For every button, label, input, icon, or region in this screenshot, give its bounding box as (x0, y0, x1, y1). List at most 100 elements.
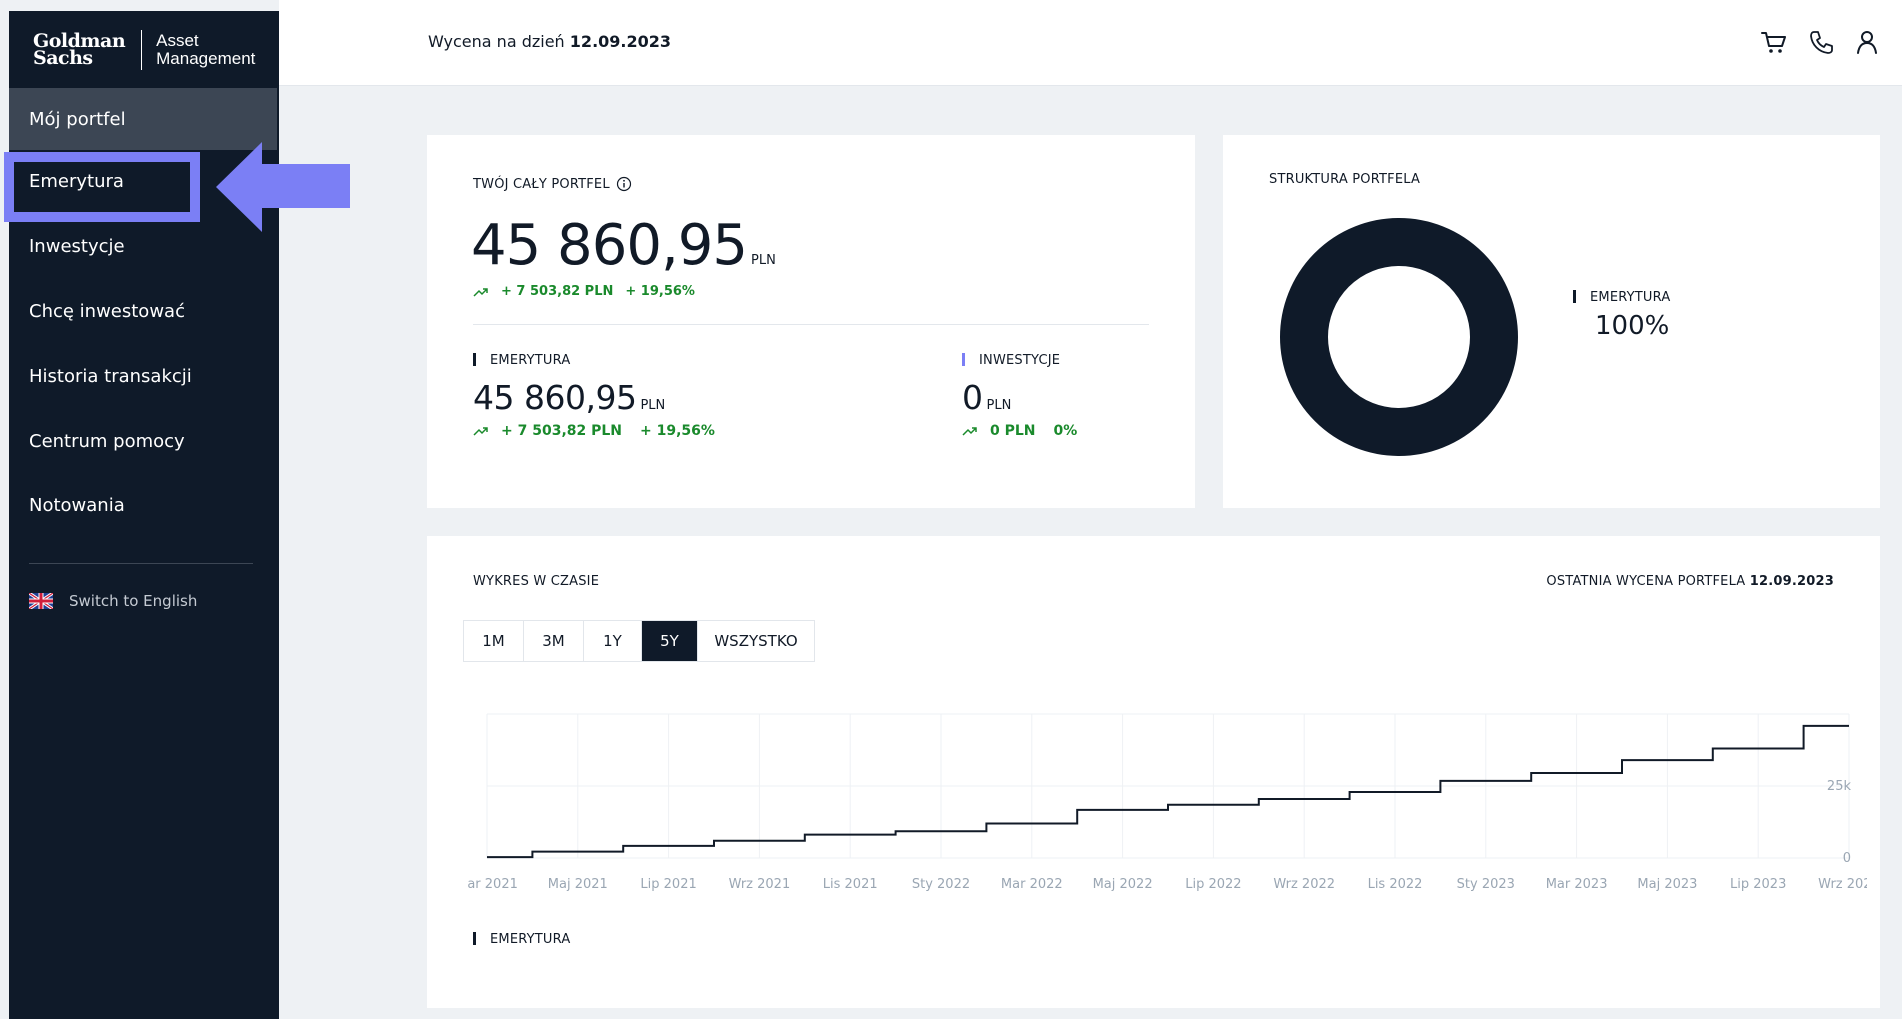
portfolio-title: TWÓJ CAŁY PORTFEL (473, 176, 610, 192)
x-tick-label: Sty 2022 (912, 877, 970, 892)
tab-3m[interactable]: 3M (524, 621, 584, 661)
x-tick-label: Lis 2021 (823, 877, 878, 892)
trend-up-icon (473, 287, 488, 297)
x-tick-label: Maj 2022 (1093, 877, 1153, 892)
logo-goldman-sachs: Goldman Sachs (33, 31, 126, 69)
tab-1m[interactable]: 1M (464, 621, 524, 661)
switch-language-link[interactable]: Switch to English (29, 592, 197, 610)
logo-line2: Sachs (33, 46, 93, 69)
emerytura-marker (473, 353, 476, 366)
x-tick-label: Maj 2023 (1637, 877, 1697, 892)
portfolio-change: + 7 503,82 PLN + 19,56% (473, 284, 695, 299)
chart-legend: EMERYTURA (473, 932, 570, 947)
switch-language-label: Switch to English (69, 592, 198, 610)
cart-icon[interactable] (1760, 28, 1788, 56)
card-divider (473, 324, 1149, 325)
phone-icon[interactable] (1807, 28, 1835, 56)
highlight-box (4, 152, 200, 222)
structure-title: STRUKTURA PORTFELA (1269, 172, 1421, 187)
uk-flag-icon (29, 593, 53, 609)
inwestycje-change-amount: 0 PLN (990, 423, 1036, 439)
portfolio-change-pct: + 19,56% (625, 284, 695, 299)
tab-label: 1Y (603, 632, 622, 650)
sidebar-divider (29, 563, 253, 564)
user-icon[interactable] (1853, 28, 1881, 56)
x-tick-label: Lip 2023 (1730, 877, 1786, 892)
last-valuation-date: 12.09.2023 (1749, 574, 1834, 589)
inwestycje-summary: INWESTYCJE 0 PLN 0 PLN 0% (962, 353, 1077, 439)
tab-5y[interactable]: 5Y (642, 621, 698, 661)
structure-donut-chart (1280, 218, 1518, 456)
x-tick-label: Maj 2021 (548, 877, 608, 892)
chart-card: WYKRES W CZASIE OSTATNIA WYCENA PORTFELA… (427, 536, 1880, 1008)
structure-legend-label: EMERYTURA (1590, 290, 1671, 305)
highlight-arrow-icon (216, 142, 350, 232)
valuation-date: 12.09.2023 (569, 32, 672, 51)
brand-logo[interactable]: Goldman Sachs Asset Management (9, 11, 279, 88)
sidebar-item-label: Historia transakcji (29, 365, 192, 387)
emerytura-label: EMERYTURA (490, 353, 571, 368)
inwestycje-marker (962, 353, 965, 366)
sidebar-item-label: Mój portfel (29, 108, 126, 130)
emerytura-change-pct: + 19,56% (640, 423, 715, 439)
x-tick-label: Mar 2022 (1001, 877, 1063, 892)
emerytura-value: 45 860,95 (473, 378, 637, 417)
emerytura-currency: PLN (640, 398, 666, 413)
x-tick-label: Wrz 2021 (729, 877, 791, 892)
portfolio-total-value: 45 860,95 (471, 213, 748, 278)
top-header: Wycena na dzień 12.09.2023 (279, 0, 1902, 86)
logo-asset-management: Asset Management (156, 30, 256, 68)
x-tick-label: Lip 2022 (1185, 877, 1241, 892)
y-tick-label: 25k (1827, 779, 1852, 794)
inwestycje-label: INWESTYCJE (979, 353, 1061, 368)
sidebar-item-label: Centrum pomocy (29, 430, 185, 452)
logo-sub1: Asset (156, 30, 199, 50)
donut-slice-emerytura[interactable] (1280, 218, 1518, 456)
tab-label: 1M (482, 632, 505, 650)
tab-1y[interactable]: 1Y (584, 621, 642, 661)
tab-label: 5Y (660, 632, 679, 650)
sidebar-item-notowania[interactable]: Notowania (9, 474, 277, 536)
portfolio-structure-card: STRUKTURA PORTFELA EMERYTURA 100% (1223, 135, 1880, 508)
chart-title: WYKRES W CZASIE (473, 574, 600, 589)
portfolio-change-amount: + 7 503,82 PLN (501, 284, 614, 299)
chart-legend-marker (473, 932, 476, 945)
last-valuation: OSTATNIA WYCENA PORTFELA 12.09.2023 (1546, 574, 1834, 589)
x-tick-label: Sty 2023 (1457, 877, 1515, 892)
trend-up-icon (473, 427, 488, 436)
y-tick-label: 0 (1843, 851, 1851, 866)
x-tick-label: Wrz 2022 (1273, 877, 1335, 892)
x-tick-label: Lis 2022 (1368, 877, 1423, 892)
sidebar-item-centrum-pomocy[interactable]: Centrum pomocy (9, 410, 277, 472)
tab-wszystko[interactable]: WSZYSTKO (698, 621, 814, 661)
sidebar-item-moj-portfel[interactable]: Mój portfel (9, 88, 277, 150)
x-tick-label: Wrz 2023 (1818, 877, 1867, 892)
tab-label: WSZYSTKO (714, 632, 798, 650)
inwestycje-change-pct: 0% (1053, 423, 1078, 439)
x-tick-label: Mar 2023 (1546, 877, 1608, 892)
structure-legend: EMERYTURA 100% (1573, 290, 1670, 341)
x-tick-label: Mar 2021 (467, 877, 518, 892)
tab-label: 3M (542, 632, 565, 650)
sidebar-item-chce-inwestowac[interactable]: Chcę inwestować (9, 280, 277, 342)
sidebar-item-label: Inwestycje (29, 235, 125, 257)
portfolio-line-chart: Mar 2021 Maj 2021 Lip 2021 Wrz 2021 Lis 2021… (467, 713, 1867, 892)
x-tick-label: Lip 2021 (640, 877, 696, 892)
structure-legend-value: 100% (1595, 311, 1670, 341)
last-valuation-label: OSTATNIA WYCENA PORTFELA (1546, 574, 1746, 589)
info-icon[interactable] (616, 176, 632, 192)
valuation-date-text: Wycena na dzień 12.09.2023 (428, 32, 671, 51)
structure-legend-marker (1573, 290, 1576, 303)
logo-sub2: Management (156, 48, 256, 68)
emerytura-summary: EMERYTURA 45 860,95 PLN + 7 503,82 PLN +… (473, 353, 715, 439)
portfolio-currency: PLN (751, 253, 776, 268)
sidebar-item-historia-transakcji[interactable]: Historia transakcji (9, 345, 277, 407)
inwestycje-currency: PLN (986, 398, 1012, 413)
inwestycje-value: 0 (962, 378, 983, 417)
emerytura-change-amount: + 7 503,82 PLN (501, 423, 623, 439)
trend-up-icon (962, 427, 977, 436)
chart-range-tabs: 1M 3M 1Y 5Y WSZYSTKO (463, 620, 815, 662)
logo-divider (141, 29, 143, 70)
chart-legend-label: EMERYTURA (490, 932, 571, 947)
valuation-prefix: Wycena na dzień (428, 32, 565, 51)
